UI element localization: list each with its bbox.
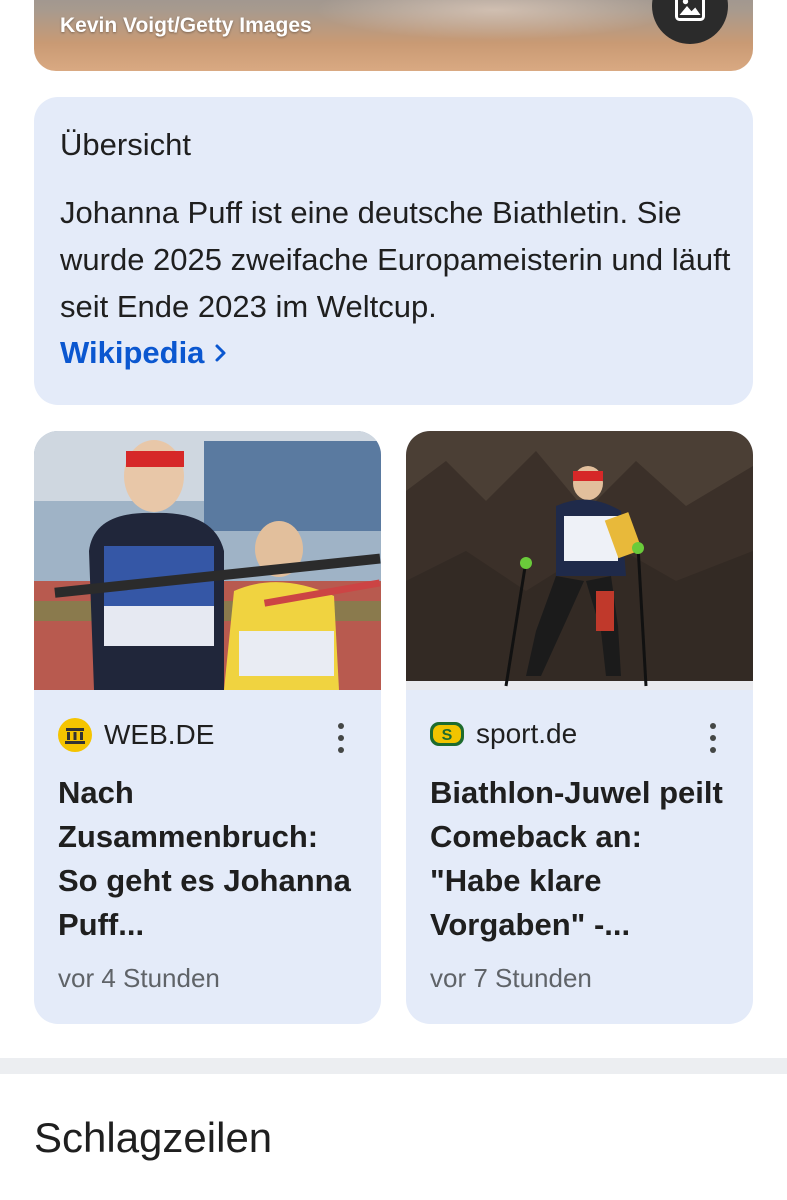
- news-timestamp: vor 4 Stunden: [58, 963, 220, 993]
- news-headline[interactable]: Nach Zusammenbruch: So geht es Johanna P…: [58, 771, 358, 947]
- news-thumbnail: [406, 431, 753, 690]
- section-title: Schlagzeilen: [34, 1114, 273, 1161]
- news-card-webde[interactable]: WEB.DE Nach Zusammenbruch: So geht es Jo…: [34, 431, 381, 1024]
- sportde-logo-icon: S: [430, 722, 464, 746]
- webde-logo-icon: [58, 718, 92, 752]
- svg-text:S: S: [442, 727, 453, 744]
- hero-glow: [314, 0, 674, 40]
- wikipedia-link[interactable]: Wikipedia: [60, 335, 228, 371]
- chevron-right-icon: [215, 344, 226, 362]
- news-source-name: WEB.DE: [104, 719, 215, 750]
- news-thumbnail: [34, 431, 381, 690]
- news-card-sportde[interactable]: S sport.de Biathlon-Juwel peilt Comeback…: [406, 431, 753, 1024]
- more-vert-icon: [710, 723, 716, 729]
- news-headline[interactable]: Biathlon-Juwel peilt Comeback an: "Habe …: [430, 771, 730, 947]
- more-options-button[interactable]: [329, 723, 353, 753]
- overview-description: Johanna Puff ist eine deutsche Biathleti…: [60, 195, 731, 324]
- news-timestamp: vor 7 Stunden: [430, 963, 592, 993]
- more-vert-icon: [338, 723, 344, 729]
- news-source: WEB.DE: [58, 718, 214, 752]
- section-divider: [0, 1058, 787, 1074]
- overview-card: Übersicht Johanna Puff ist eine deutsche…: [34, 97, 753, 405]
- more-options-button[interactable]: [701, 723, 725, 753]
- overview-title: Übersicht: [60, 127, 191, 162]
- news-source-name: sport.de: [476, 718, 578, 749]
- image-credit: Kevin Voigt/Getty Images: [60, 14, 312, 37]
- wikipedia-link-label: Wikipedia: [60, 335, 205, 370]
- hero-image[interactable]: Kevin Voigt/Getty Images: [34, 0, 753, 71]
- news-source: S sport.de: [430, 718, 577, 750]
- image-icon: [675, 0, 705, 21]
